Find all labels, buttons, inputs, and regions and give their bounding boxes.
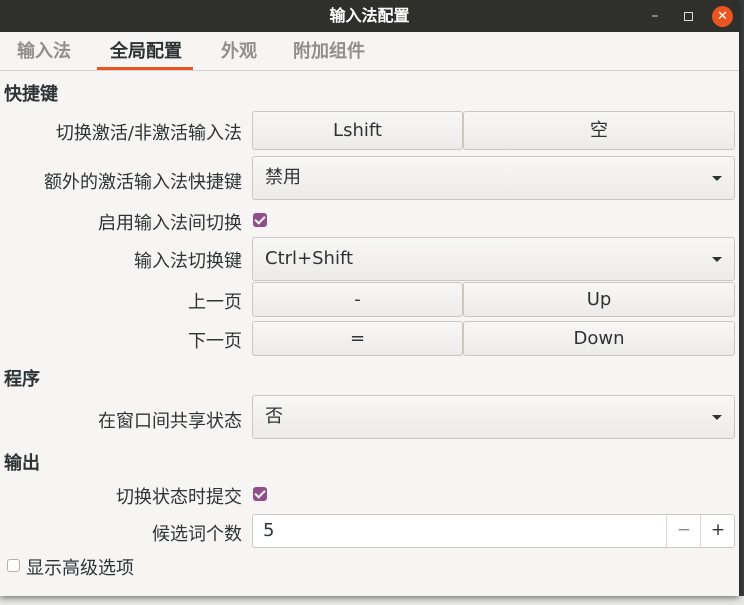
show-advanced-checkbox[interactable] xyxy=(7,559,20,572)
extra-trigger-select[interactable]: 禁用 xyxy=(252,156,735,200)
tab-addons[interactable]: 附加组件 xyxy=(293,32,365,70)
next-page-key1-button[interactable]: = xyxy=(252,321,463,356)
prev-page-label: 上一页 xyxy=(188,292,242,313)
minimize-icon[interactable]: – xyxy=(645,6,665,26)
dropdown-arrow-icon xyxy=(712,176,722,181)
window-title: 输入法配置 xyxy=(329,6,410,25)
candidate-count-label: 候选词个数 xyxy=(152,524,242,545)
dropdown-arrow-icon xyxy=(712,257,722,262)
share-state-label: 在窗口间共享状态 xyxy=(98,411,242,432)
tab-appearance[interactable]: 外观 xyxy=(221,32,257,70)
enable-switch-label: 启用输入法间切换 xyxy=(98,213,242,234)
share-state-select[interactable]: 否 xyxy=(252,395,735,439)
tab-input-method[interactable]: 输入法 xyxy=(17,32,71,70)
increment-icon[interactable]: + xyxy=(700,515,735,547)
show-advanced-label[interactable]: 显示高级选项 xyxy=(26,554,134,580)
section-heading-output: 输出 xyxy=(4,453,40,474)
enable-switch-checkbox[interactable] xyxy=(253,213,267,227)
dropdown-arrow-icon xyxy=(712,415,722,420)
toggle-im-label: 切换激活/非激活输入法 xyxy=(55,123,242,144)
desktop-background-right xyxy=(739,0,744,605)
prev-page-key2-button[interactable]: Up xyxy=(463,282,735,317)
input-method-config-window: 输入法配置 – ✕ 输入法 全局配置 外观 附加组件 快捷键 切换激活/非激活输… xyxy=(0,0,739,596)
extra-trigger-value: 禁用 xyxy=(265,167,301,188)
switch-key-select[interactable]: Ctrl+Shift xyxy=(252,237,735,281)
section-heading-program: 程序 xyxy=(4,369,40,390)
decrement-icon[interactable]: − xyxy=(666,515,701,547)
switch-key-label: 输入法切换键 xyxy=(134,251,242,272)
candidate-count-spinbutton[interactable]: 5 − + xyxy=(252,514,735,548)
tab-global-config[interactable]: 全局配置 xyxy=(97,32,193,70)
close-icon[interactable]: ✕ xyxy=(712,6,733,27)
title-bar[interactable]: 输入法配置 – ✕ xyxy=(0,0,739,32)
desktop-background-bottom xyxy=(0,596,744,605)
section-heading-hotkeys: 快捷键 xyxy=(4,84,58,105)
prev-page-key1-button[interactable]: - xyxy=(252,282,463,317)
commit-on-switch-label: 切换状态时提交 xyxy=(116,487,242,508)
switch-key-value: Ctrl+Shift xyxy=(265,248,354,269)
next-page-key2-button[interactable]: Down xyxy=(463,321,735,356)
candidate-count-value[interactable]: 5 xyxy=(263,515,274,547)
extra-trigger-label: 额外的激活输入法快捷键 xyxy=(44,172,242,193)
maximize-icon[interactable] xyxy=(678,6,698,26)
commit-on-switch-checkbox[interactable] xyxy=(253,487,267,501)
share-state-value: 否 xyxy=(265,406,283,427)
toggle-im-key2-button[interactable]: 空 xyxy=(463,111,735,150)
next-page-label: 下一页 xyxy=(188,331,242,352)
tab-bar: 输入法 全局配置 外观 附加组件 xyxy=(0,32,739,71)
toggle-im-key1-button[interactable]: Lshift xyxy=(252,111,463,150)
